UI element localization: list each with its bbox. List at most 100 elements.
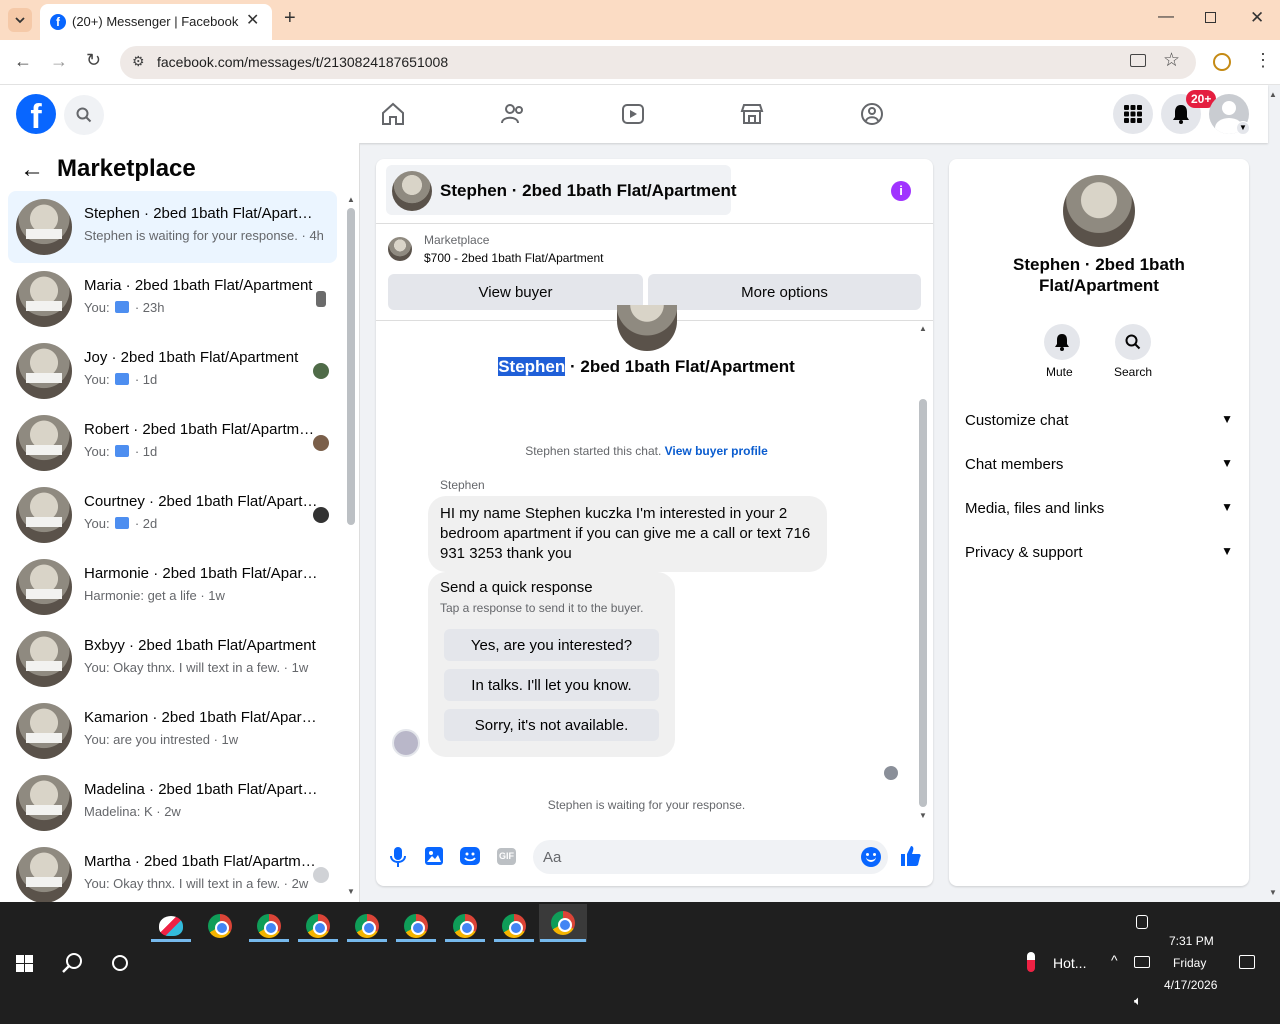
- search-button[interactable]: [1115, 324, 1151, 360]
- notification-center-icon[interactable]: [1239, 955, 1255, 969]
- chevron-up-icon[interactable]: ^: [1111, 952, 1118, 968]
- restore-icon[interactable]: [1205, 12, 1216, 23]
- conversation-preview: You: Okay thnx. I will text in a few. · …: [84, 876, 309, 891]
- listing-title[interactable]: $700 - 2bed 1bath Flat/Apartment: [424, 251, 603, 265]
- facebook-header: f 20+ ▼: [0, 85, 1268, 143]
- conversation-preview: Stephen is waiting for your response. · …: [84, 228, 324, 243]
- view-buyer-profile-link[interactable]: View buyer profile: [665, 444, 768, 458]
- media-files-links-section[interactable]: Media, files and links ▼: [965, 500, 1233, 517]
- bookmark-star-icon[interactable]: ☆: [1163, 49, 1180, 72]
- close-window-icon[interactable]: ✕: [1250, 8, 1264, 28]
- conversation-item[interactable]: Maria · 2bed 1bath Flat/Apartment You: ·…: [8, 263, 337, 335]
- divider: [376, 223, 933, 224]
- profile-icon[interactable]: [1213, 53, 1231, 71]
- conversation-preview: You: · 23h: [84, 300, 165, 315]
- search-icon[interactable]: [64, 95, 104, 135]
- close-tab-icon[interactable]: ✕: [246, 10, 259, 30]
- friends-icon[interactable]: [500, 101, 526, 127]
- paint-app-icon[interactable]: [149, 910, 193, 942]
- browser-menu-icon[interactable]: ⋮: [1254, 50, 1272, 71]
- conversation-name: Martha · 2bed 1bath Flat/Apartment: [84, 853, 319, 870]
- cortana-icon[interactable]: [112, 955, 128, 971]
- chrome-icon[interactable]: [198, 910, 242, 942]
- install-app-icon[interactable]: [1130, 54, 1146, 67]
- chat-scrollbar[interactable]: [919, 399, 927, 807]
- conversation-item[interactable]: Harmonie · 2bed 1bath Flat/Apartment Har…: [8, 551, 337, 623]
- chrome-profile-icon[interactable]: [345, 910, 389, 942]
- chat-scroll-up-icon[interactable]: ▲: [919, 324, 927, 333]
- windows-start-icon[interactable]: [16, 955, 33, 972]
- browser-tab[interactable]: f (20+) Messenger | Facebook ✕: [40, 4, 272, 40]
- conversation-item[interactable]: Kamarion · 2bed 1bath Flat/Apartment You…: [8, 695, 337, 767]
- chrome-profile-icon[interactable]: [247, 910, 291, 942]
- sidebar-title: Marketplace: [57, 155, 196, 182]
- message-input[interactable]: Aa: [533, 840, 888, 874]
- page-scrollbar-down-icon[interactable]: ▼: [1269, 888, 1277, 897]
- conversation-item[interactable]: Joy · 2bed 1bath Flat/Apartment You: · 1…: [8, 335, 337, 407]
- menu-grid-icon[interactable]: [1113, 94, 1153, 134]
- tab-list-chevron-icon[interactable]: [8, 8, 32, 32]
- chrome-profile-icon[interactable]: [296, 910, 340, 942]
- volume-icon[interactable]: 🔈︎: [1134, 993, 1142, 1009]
- conversation-item[interactable]: Bxbyy · 2bed 1bath Flat/Apartment You: O…: [8, 623, 337, 695]
- back-arrow-icon[interactable]: ←: [20, 156, 44, 184]
- chat-info-icon[interactable]: i: [891, 181, 911, 201]
- quick-response-button[interactable]: Yes, are you interested?: [444, 629, 659, 661]
- chrome-profile-icon[interactable]: [492, 910, 536, 942]
- weather-text[interactable]: Hot...: [1053, 955, 1086, 971]
- sidebar-scroll-down-icon[interactable]: ▼: [347, 887, 355, 896]
- new-tab-icon[interactable]: +: [284, 7, 296, 30]
- chat-scroll-down-icon[interactable]: ▼: [919, 811, 927, 820]
- minimize-icon[interactable]: —: [1158, 8, 1174, 26]
- sidebar-scroll-up-icon[interactable]: ▲: [347, 195, 355, 204]
- privacy-support-section[interactable]: Privacy & support ▼: [965, 544, 1233, 561]
- chat-header[interactable]: Stephen · 2bed 1bath Flat/Apartment: [386, 165, 737, 215]
- url-text[interactable]: facebook.com/messages/t/2130824187651008: [157, 54, 448, 70]
- home-icon[interactable]: [380, 101, 406, 127]
- weather-icon[interactable]: [1027, 952, 1035, 972]
- facebook-logo-icon[interactable]: f: [16, 94, 56, 136]
- photo-icon[interactable]: [425, 847, 443, 865]
- marketplace-icon[interactable]: [739, 101, 765, 127]
- video-icon[interactable]: [620, 101, 646, 127]
- microphone-icon[interactable]: [390, 847, 406, 867]
- groups-icon[interactable]: [859, 101, 885, 127]
- forward-icon[interactable]: →: [50, 51, 68, 72]
- chrome-profile-icon-active[interactable]: [539, 904, 587, 942]
- conversation-item[interactable]: Courtney · 2bed 1bath Flat/Apartment You…: [8, 479, 337, 551]
- conversation-item[interactable]: Madelina · 2bed 1bath Flat/Apartment Mad…: [8, 767, 337, 839]
- thumbs-up-icon[interactable]: [900, 845, 922, 867]
- chrome-profile-icon[interactable]: [394, 910, 438, 942]
- gif-icon[interactable]: GIF: [497, 848, 516, 865]
- clock-date[interactable]: 4/17/2026: [1164, 978, 1217, 992]
- back-icon[interactable]: ←: [14, 51, 32, 72]
- quick-response-button[interactable]: Sorry, it's not available.: [444, 709, 659, 741]
- reload-icon[interactable]: ↻: [86, 50, 101, 71]
- clock-time[interactable]: 7:31 PM: [1169, 934, 1214, 948]
- more-options-button[interactable]: More options: [648, 274, 921, 310]
- meet-now-icon[interactable]: [1136, 915, 1148, 929]
- mute-button[interactable]: [1044, 324, 1080, 360]
- network-icon[interactable]: [1134, 956, 1150, 968]
- quick-response-button[interactable]: In talks. I'll let you know.: [444, 669, 659, 701]
- conversation-item[interactable]: Stephen · 2bed 1bath Flat/Apartment Step…: [8, 191, 337, 263]
- account-chevron-icon[interactable]: ▼: [1236, 121, 1250, 135]
- emoji-icon[interactable]: [861, 847, 881, 867]
- listing-thumbnail[interactable]: [388, 237, 412, 261]
- sidebar-scrollbar[interactable]: [347, 208, 355, 525]
- sticker-icon[interactable]: [460, 847, 480, 865]
- chat-details-panel: Stephen · 2bed 1bath Flat/Apartment Mute…: [949, 159, 1249, 886]
- conversation-name: Harmonie · 2bed 1bath Flat/Apartment: [84, 565, 319, 582]
- search-icon[interactable]: [61, 952, 83, 974]
- chrome-profile-icon[interactable]: [443, 910, 487, 942]
- chat-members-section[interactable]: Chat members ▼: [965, 456, 1233, 473]
- view-buyer-button[interactable]: View buyer: [388, 274, 643, 310]
- conversation-item[interactable]: Robert · 2bed 1bath Flat/Apartment You: …: [8, 407, 337, 479]
- site-info-icon[interactable]: ⚙: [132, 53, 145, 70]
- customize-chat-section[interactable]: Customize chat ▼: [965, 412, 1233, 429]
- conversation-name: Courtney · 2bed 1bath Flat/Apartment: [84, 493, 319, 510]
- clock-day[interactable]: Friday: [1173, 956, 1206, 970]
- conversation-item[interactable]: Martha · 2bed 1bath Flat/Apartment You: …: [8, 839, 337, 902]
- page-scrollbar-up-icon[interactable]: ▲: [1269, 90, 1277, 99]
- address-bar[interactable]: ⚙ facebook.com/messages/t/21308241876510…: [120, 46, 1196, 79]
